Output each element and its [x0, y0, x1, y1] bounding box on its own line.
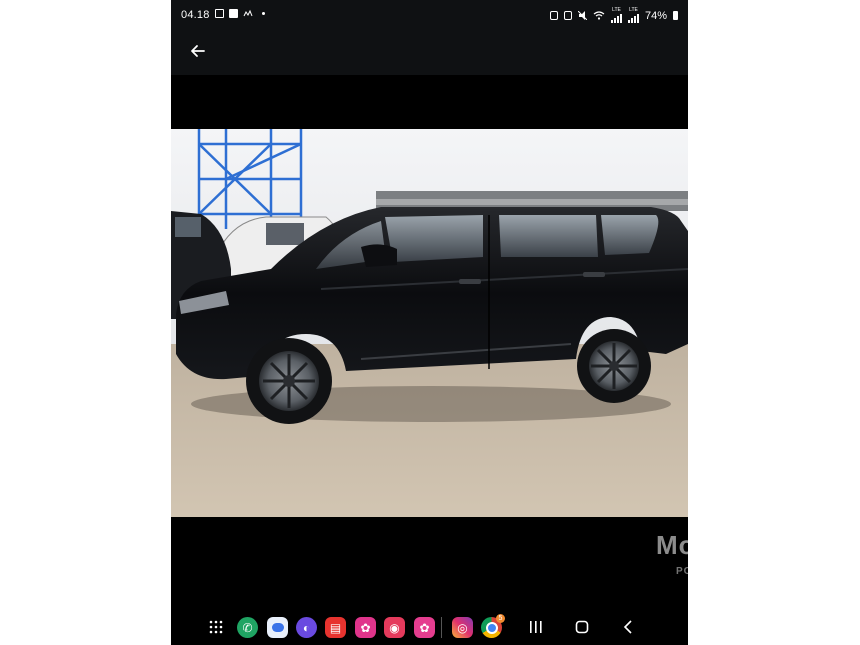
more-notifications-dot	[262, 12, 265, 15]
inbox-notification-icon	[243, 9, 253, 17]
status-right-icons: LTE LTE 74%	[549, 8, 678, 23]
sim1-signal: LTE	[610, 8, 622, 23]
battery-percent: 74%	[644, 9, 667, 22]
car-photo[interactable]	[171, 129, 688, 517]
car-photo-illustration	[171, 129, 688, 517]
wifi-icon	[593, 11, 605, 20]
dock-divider	[441, 617, 442, 638]
phone-screen: 04.18 LTE LTE 74% ✆ ◐ ▤ ✿ ◉ ✿ ◎ 5	[171, 0, 688, 645]
camera-app-icon[interactable]: ◉	[384, 617, 405, 638]
phone-app-icon[interactable]: ✆	[237, 617, 258, 638]
sim2-signal: LTE	[627, 8, 639, 23]
home-icon[interactable]	[575, 620, 589, 634]
recents-icon[interactable]	[529, 621, 543, 633]
chrome-badge: 5	[496, 614, 505, 623]
signal-bars-icon	[610, 13, 622, 23]
mute-icon	[577, 11, 587, 20]
linkedin-notification-icon	[229, 9, 238, 18]
internet-app-icon[interactable]: ◐	[296, 617, 317, 638]
notification-icons	[215, 9, 265, 18]
watermark-subtitle: POWERED BY	[676, 566, 755, 577]
app-bar	[171, 30, 688, 75]
messages-app-icon[interactable]	[267, 617, 288, 638]
watermark-logo: Mobil123.com	[656, 530, 840, 560]
back-nav-icon[interactable]	[623, 620, 633, 634]
status-time: 04.18	[181, 9, 210, 21]
status-bar: 04.18 LTE LTE 74%	[171, 0, 688, 30]
flower-app-icon[interactable]: ✿	[355, 617, 376, 638]
instagram-app-icon[interactable]: ◎	[452, 617, 473, 638]
alarm-icon	[549, 11, 558, 20]
app-drawer-icon[interactable]	[209, 620, 223, 634]
gallery-app-icon[interactable]: ✿	[414, 617, 435, 638]
navigation-bar: ✆ ◐ ▤ ✿ ◉ ✿ ◎ 5	[171, 609, 688, 645]
battery-icon	[673, 11, 678, 20]
arrow-left-icon[interactable]	[187, 40, 209, 62]
gallery-notification-icon	[215, 9, 224, 18]
notes-app-icon[interactable]: ▤	[325, 617, 346, 638]
clock-icon	[563, 11, 572, 20]
signal-bars-icon	[627, 13, 639, 23]
